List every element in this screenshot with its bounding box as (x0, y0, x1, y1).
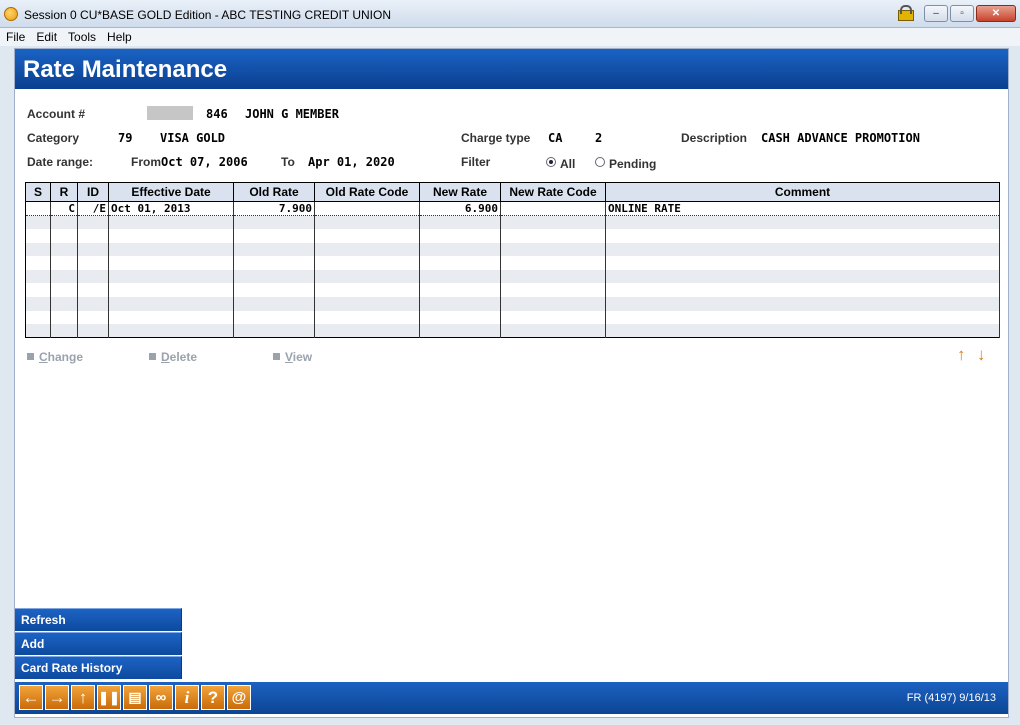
close-button[interactable]: ✕ (976, 5, 1016, 22)
rate-history-table: S R ID Effective Date Old Rate Old Rate … (25, 182, 1000, 339)
cell-s (25, 201, 51, 216)
link-icon[interactable]: ∞ (149, 685, 173, 710)
charge-type-number: 2 (595, 131, 603, 145)
add-button[interactable]: Add (15, 632, 182, 655)
table-row[interactable] (25, 242, 1000, 257)
filter-all-radio[interactable] (546, 157, 556, 167)
window-title: Session 0 CU*BASE GOLD Edition - ABC TES… (24, 8, 391, 22)
maximize-button[interactable]: ▫ (950, 5, 974, 22)
column-header-new-rate[interactable]: New Rate (419, 182, 501, 202)
arrow-up-icon[interactable]: ↑ (957, 345, 966, 365)
cell-r: C (50, 201, 78, 216)
table-row[interactable] (25, 215, 1000, 230)
masked-account-number (147, 106, 193, 120)
category-name: VISA GOLD (160, 131, 226, 145)
date-range-label: Date range: (27, 155, 94, 169)
column-header-id[interactable]: ID (77, 182, 109, 202)
account-number-suffix: 846 (206, 107, 228, 121)
description-label: Description (681, 131, 748, 145)
screen-id: FR (4197) 9/16/13 (906, 692, 996, 704)
filter-label: Filter (461, 155, 491, 169)
column-header-s[interactable]: S (25, 182, 51, 202)
charge-type-code: CA (548, 131, 563, 145)
card-rate-history-button[interactable]: Card Rate History (15, 656, 182, 679)
column-header-effective-date[interactable]: Effective Date (108, 182, 234, 202)
bullet-icon (149, 353, 156, 360)
main-panel: Rate Maintenance Account # 846 JOHN G ME… (14, 48, 1009, 718)
forward-icon[interactable]: → (45, 685, 69, 710)
back-icon[interactable]: ← (19, 685, 43, 710)
refresh-button[interactable]: Refresh (15, 608, 182, 631)
category-label: Category (27, 131, 80, 145)
date-from-label: From (131, 155, 161, 169)
lock-icon[interactable] (896, 5, 914, 21)
delete-action[interactable]: Delete (149, 350, 197, 364)
date-from-value: Oct 07, 2006 (161, 155, 248, 169)
menu-tools[interactable]: Tools (62, 28, 101, 44)
column-header-r[interactable]: R (50, 182, 78, 202)
column-header-new-rate-code[interactable]: New Rate Code (500, 182, 606, 202)
email-icon[interactable]: @ (227, 685, 251, 710)
cell-old-rate-code (314, 201, 420, 216)
view-action[interactable]: View (273, 350, 312, 364)
pause-icon[interactable]: ❚❚ (97, 685, 121, 710)
table-row[interactable] (25, 297, 1000, 311)
charge-type-label: Charge type (461, 131, 531, 145)
table-row[interactable] (25, 324, 1000, 338)
change-action[interactable]: Change (27, 350, 83, 364)
date-to-value: Apr 01, 2020 (308, 155, 395, 169)
minimize-button[interactable]: – (924, 5, 948, 22)
cell-new-rate-code (500, 201, 606, 216)
app-icon (4, 7, 18, 21)
cell-id: /E (77, 201, 109, 216)
table-row[interactable] (25, 256, 1000, 270)
menu-help[interactable]: Help (101, 28, 137, 44)
table-header-row: S R ID Effective Date Old Rate Old Rate … (25, 182, 1000, 202)
cell-comment: ONLINE RATE (605, 201, 1000, 216)
bullet-icon (27, 353, 34, 360)
table-row[interactable] (25, 229, 1000, 243)
filter-pending-radio[interactable] (595, 157, 605, 167)
table-row[interactable] (25, 269, 1000, 284)
column-header-old-rate[interactable]: Old Rate (233, 182, 315, 202)
cell-effective-date: Oct 01, 2013 (108, 201, 234, 216)
table-row[interactable] (25, 283, 1000, 298)
category-code: 79 (118, 131, 133, 145)
column-header-comment[interactable]: Comment (605, 182, 1000, 202)
column-header-old-rate-code[interactable]: Old Rate Code (314, 182, 420, 202)
arrow-down-icon[interactable]: ↓ (977, 345, 986, 365)
menu-bar: File Edit Tools Help (0, 28, 1020, 46)
date-to-label: To (281, 155, 295, 169)
filter-pending-label[interactable]: Pending (609, 157, 656, 171)
help-icon[interactable]: ? (201, 685, 225, 710)
bottom-toolbar: ← → ↑ ❚❚ ▤ ∞ i ? @ FR (4197) 9/16/13 (15, 682, 1008, 714)
info-icon[interactable]: i (175, 685, 199, 710)
window-titlebar: Session 0 CU*BASE GOLD Edition - ABC TES… (0, 0, 1020, 28)
table-row[interactable] (25, 310, 1000, 325)
up-icon[interactable]: ↑ (71, 685, 95, 710)
table-row[interactable]: C /E Oct 01, 2013 7.900 6.900 ONLINE RAT… (25, 201, 1000, 216)
filter-all-label[interactable]: All (560, 157, 575, 171)
description-value: CASH ADVANCE PROMOTION (761, 131, 920, 145)
page-header: Rate Maintenance (15, 49, 1008, 89)
bullet-icon (273, 353, 280, 360)
member-name: JOHN G MEMBER (245, 107, 339, 121)
menu-edit[interactable]: Edit (30, 28, 62, 44)
menu-file[interactable]: File (0, 28, 30, 44)
cell-new-rate: 6.900 (419, 201, 501, 216)
print-icon[interactable]: ▤ (123, 685, 147, 710)
page-title: Rate Maintenance (23, 56, 228, 83)
account-label: Account # (27, 107, 86, 121)
cell-old-rate: 7.900 (233, 201, 315, 216)
